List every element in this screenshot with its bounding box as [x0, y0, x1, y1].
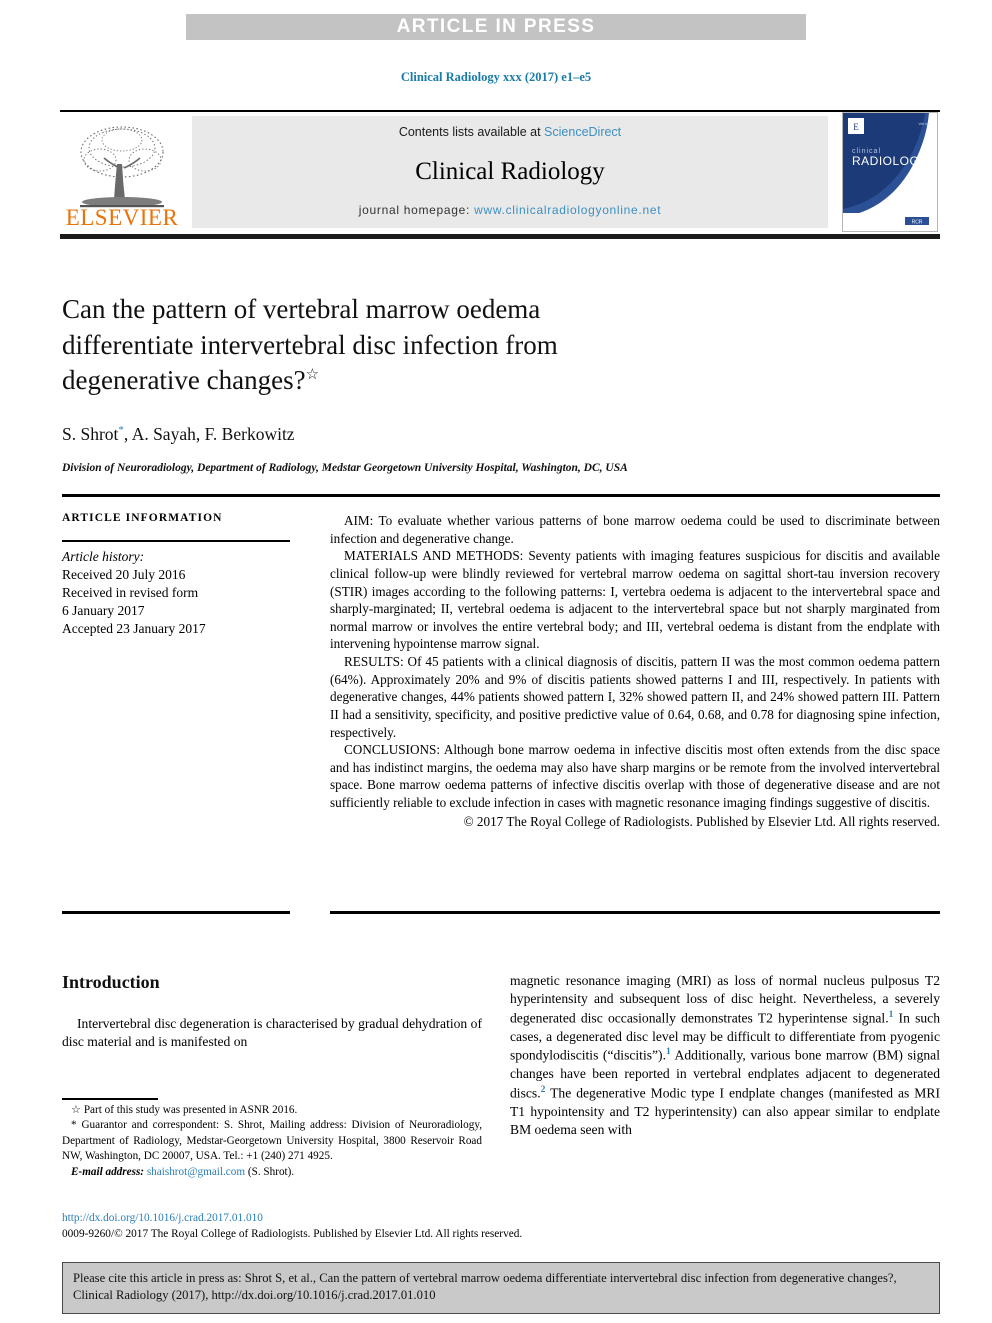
citation-notice-text: Please cite this article in press as: Sh… — [73, 1271, 897, 1303]
abstract-results: RESULTS: Of 45 patients with a clinical … — [330, 654, 940, 740]
svg-text:Vol xx: Vol xx — [918, 121, 929, 126]
footnote-star-text: Part of this study was presented in ASNR… — [81, 1104, 298, 1116]
journal-title: Clinical Radiology — [415, 157, 605, 185]
footnotes-block: ☆ Part of this study was presented in AS… — [62, 1103, 482, 1180]
elsevier-tree-icon: ELSEVIER — [66, 126, 179, 230]
body-column-left: Introduction Intervertebral disc degener… — [62, 972, 482, 1052]
footnote-correspondence: * Guarantor and correspondent: S. Shrot,… — [62, 1118, 482, 1164]
footnote-star: ☆ Part of this study was presented in AS… — [62, 1103, 482, 1118]
introduction-paragraph-left: Intervertebral disc degeneration is char… — [62, 1016, 482, 1050]
footnote-email: E-mail address: shaishrot@gmail.com (S. … — [62, 1165, 482, 1180]
abstract-aim: AIM: To evaluate whether various pattern… — [330, 513, 940, 546]
journal-cover-thumbnail: E Vol xx clinical RADIOLOGY RCR — [842, 112, 938, 232]
intro-part-4: The degenerative Modic type I endplate c… — [510, 1085, 940, 1138]
author-affiliation: Division of Neuroradiology, Department o… — [62, 462, 628, 474]
doi-link[interactable]: http://dx.doi.org/10.1016/j.crad.2017.01… — [62, 1211, 622, 1227]
author-first: S. Shrot — [62, 424, 119, 444]
introduction-right-text: magnetic resonance imaging (MRI) as loss… — [510, 972, 940, 1140]
journal-masthead: ELSEVIER Contents lists available at Sci… — [60, 110, 940, 239]
introduction-left-text: Intervertebral disc degeneration is char… — [62, 1015, 482, 1052]
journal-homepage-line: journal homepage: www.clinicalradiologyo… — [359, 203, 661, 217]
article-history-accepted: Accepted 23 January 2017 — [62, 620, 206, 636]
article-in-press-banner: ARTICLE IN PRESS — [186, 14, 806, 40]
introduction-paragraph-right: magnetic resonance imaging (MRI) as loss… — [510, 972, 940, 1140]
masthead-bottom-rule — [60, 234, 940, 239]
abstract-text: AIM: To evaluate whether various pattern… — [330, 512, 940, 830]
journal-citation-line: Clinical Radiology xxx (2017) e1–e5 — [400, 70, 592, 84]
svg-text:RCR: RCR — [912, 220, 923, 226]
svg-text:E: E — [853, 122, 859, 132]
email-address-label: E-mail address: — [71, 1165, 145, 1178]
article-information-rule — [62, 540, 290, 542]
abstract-conclusions: CONCLUSIONS: Although bone marrow oedema… — [330, 742, 940, 810]
abstract-bottom-rule-right — [330, 911, 940, 914]
contents-prefix: Contents lists available at — [398, 125, 545, 139]
footnote-separator-rule — [62, 1098, 158, 1100]
journal-homepage-link[interactable]: www.clinicalradiologyonline.net — [474, 203, 661, 217]
homepage-prefix: journal homepage: — [358, 203, 475, 217]
abstract-copyright: © 2017 The Royal College of Radiologists… — [463, 813, 940, 829]
sciencedirect-link[interactable]: ScienceDirect — [544, 125, 621, 139]
article-history-label: Article history: — [62, 549, 145, 564]
footnote-star-marker: ☆ — [71, 1104, 82, 1116]
article-history-revised-label: Received in revised form — [62, 584, 199, 600]
masthead-top-rule — [60, 110, 940, 112]
intro-part-1: magnetic resonance imaging (MRI) as loss… — [510, 973, 940, 1026]
article-history-received: Received 20 July 2016 — [62, 566, 186, 582]
author-rest: , A. Sayah, F. Berkowitz — [123, 424, 295, 444]
abstract-bottom-rule-left — [62, 911, 290, 914]
svg-text:RADIOLOGY: RADIOLOGY — [852, 154, 928, 168]
masthead-center-panel: Contents lists available at ScienceDirec… — [192, 116, 828, 228]
page-title: Can the pattern of vertebral marrow oede… — [62, 292, 622, 399]
email-address-link[interactable]: shaishrot@gmail.com — [147, 1166, 245, 1178]
section-heading-introduction: Introduction — [62, 972, 160, 992]
body-column-right: magnetic resonance imaging (MRI) as loss… — [510, 972, 940, 1140]
author-list: S. Shrot*, A. Sayah, F. Berkowitz — [62, 424, 762, 445]
footnote-corr-text: Guarantor and correspondent: S. Shrot, M… — [62, 1119, 482, 1163]
email-address-suffix: (S. Shrot). — [245, 1165, 295, 1178]
citation-notice-box: Please cite this article in press as: Sh… — [62, 1262, 940, 1314]
contents-list-line: Contents lists available at ScienceDirec… — [399, 125, 621, 139]
journal-cover-image: E Vol xx clinical RADIOLOGY RCR — [843, 113, 937, 231]
elsevier-logo: ELSEVIER — [62, 118, 182, 230]
article-history-block: Article history: Received 20 July 2016 R… — [62, 548, 302, 638]
article-in-press-label: ARTICLE IN PRESS — [396, 16, 596, 37]
title-footnote-marker[interactable]: ☆ — [306, 367, 319, 383]
elsevier-wordmark: ELSEVIER — [66, 205, 179, 230]
article-information-heading: ARTICLE INFORMATION — [62, 512, 223, 524]
issn-copyright-line: 0009-9260/© 2017 The Royal College of Ra… — [62, 1227, 523, 1240]
abstract-top-rule — [62, 494, 940, 497]
abstract-methods: MATERIALS AND METHODS: Seventy patients … — [330, 548, 940, 652]
article-history-revised-date: 6 January 2017 — [62, 602, 145, 618]
doi-copyright-block: http://dx.doi.org/10.1016/j.crad.2017.01… — [62, 1211, 622, 1243]
